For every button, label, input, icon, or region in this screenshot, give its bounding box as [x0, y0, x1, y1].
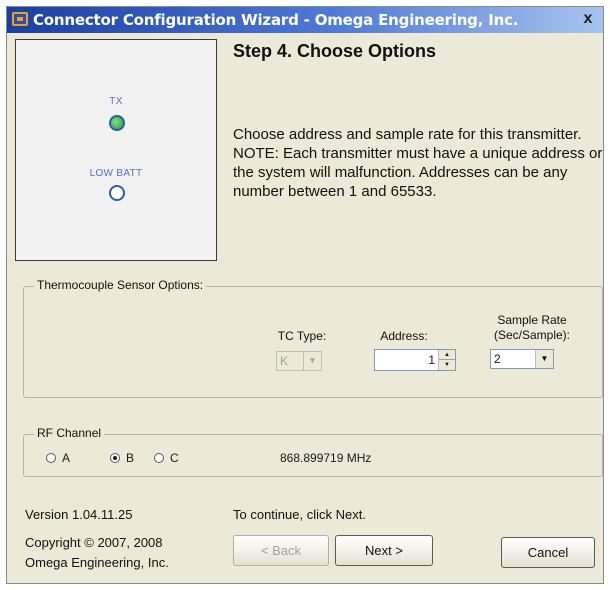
tc-type-select[interactable]: K ▼ [276, 351, 322, 371]
sample-rate-value: 2 [494, 352, 501, 366]
low-batt-label: LOW BATT [89, 168, 143, 179]
tc-type-label: TC Type: [277, 329, 327, 343]
spin-down-icon[interactable]: ▼ [439, 360, 455, 370]
sensor-options-group: Thermocouple Sensor Options: TC Type: K … [23, 278, 603, 398]
back-button[interactable]: < Back [233, 535, 329, 566]
next-button[interactable]: Next > [335, 535, 433, 566]
rf-channel-label: RF Channel [34, 426, 105, 440]
step-title: Step 4. Choose Options [233, 41, 437, 61]
tx-label: TX [109, 96, 123, 107]
address-label: Address: [380, 329, 428, 343]
version-text: Version 1.04.11.25 [25, 507, 133, 522]
address-value: 1 [428, 353, 435, 367]
rf-option-b-label: B [126, 451, 135, 465]
sample-rate-label-line2: (Sec/Sample): [493, 328, 571, 342]
address-spin-buttons: ▲ ▼ [438, 350, 455, 370]
low-batt-led-icon [109, 185, 125, 201]
radio-c[interactable] [154, 453, 164, 463]
tc-type-value: K [280, 354, 289, 368]
window-title: Connector Configuration Wizard - Omega E… [33, 11, 519, 29]
step-description: Choose address and sample rate for this … [233, 126, 603, 200]
rf-option-c-label: C [170, 451, 179, 465]
app-icon [12, 12, 28, 26]
rf-channel-option-c[interactable]: C [154, 451, 179, 465]
chevron-down-icon[interactable]: ▼ [535, 350, 553, 368]
continue-hint: To continue, click Next. [233, 507, 366, 522]
copyright-line2: Omega Engineering, Inc. [25, 555, 169, 570]
title-bar[interactable]: Connector Configuration Wizard - Omega E… [7, 7, 603, 33]
sample-rate-select[interactable]: 2 ▼ [490, 349, 554, 369]
radio-b[interactable] [110, 453, 120, 463]
sample-rate-label-line1: Sample Rate [497, 313, 567, 327]
copyright-line1: Copyright © 2007, 2008 [25, 535, 163, 550]
tx-led-icon [109, 115, 125, 131]
sensor-options-label: Thermocouple Sensor Options: [34, 278, 207, 292]
wizard-window: Connector Configuration Wizard - Omega E… [6, 6, 604, 584]
rf-channel-group: RF Channel A B C 868.899719 MHz [23, 426, 603, 477]
rf-option-a-label: A [62, 451, 71, 465]
cancel-button[interactable]: Cancel [501, 537, 595, 568]
rf-channel-option-b[interactable]: B [110, 451, 134, 465]
chevron-down-icon[interactable]: ▼ [303, 352, 321, 370]
rf-channel-option-a[interactable]: A [46, 451, 70, 465]
frequency-readout: 868.899719 MHz [280, 451, 372, 465]
address-stepper[interactable]: 1 ▲ ▼ [374, 349, 456, 371]
led-panel: TX LOW BATT [15, 39, 217, 261]
radio-a[interactable] [46, 453, 56, 463]
close-button[interactable]: x [577, 9, 599, 30]
spin-up-icon[interactable]: ▲ [439, 350, 455, 360]
